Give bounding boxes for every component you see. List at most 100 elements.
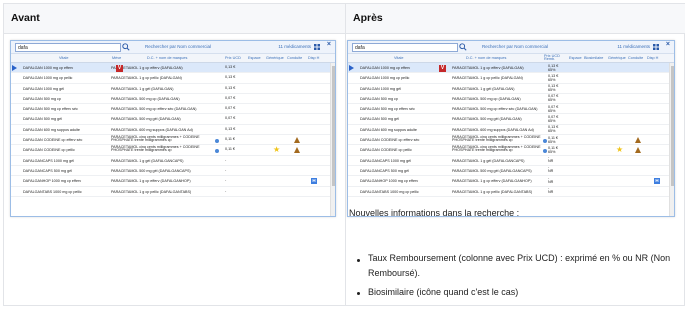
col-espace[interactable]: Espace: [569, 56, 582, 60]
drug-dci: PARACETAMOL 1 g gél (DAFALGAN): [452, 86, 515, 91]
warning-icon: [635, 137, 641, 144]
reimbursement-rate: 65%: [548, 88, 556, 93]
drug-dci: PARACETAMOL 500 mg cp efferv séc (DAFALG…: [111, 107, 197, 112]
table-row[interactable]: DAFALGAN 500 mg gél PARACETAMOL 500 mg gé…: [11, 114, 335, 125]
reimbursement-rate: 65%: [548, 77, 556, 82]
drug-name: DAFALGAN 500 mg gél: [23, 117, 62, 122]
table-row[interactable]: DAFALGANCAPS 1000 mg gél PARACETAMOL 1 g …: [11, 156, 335, 166]
table-row[interactable]: DAFALGAN 500 mg cp efferv séc PARACETAMOL…: [348, 104, 674, 115]
info-icon[interactable]: [215, 149, 219, 154]
drug-name: DAFALGAN 1000 mg gél: [23, 86, 64, 91]
search-icon[interactable]: [459, 43, 467, 51]
table-row[interactable]: DAFALGAN 1000 mg cp pellic PARACETAMOL 1 …: [11, 73, 335, 84]
reimbursement-rate: 65%: [548, 118, 556, 123]
note-bullet-2: Biosimilaire (icône quand c'est le cas): [368, 287, 519, 297]
col-biosimilaire[interactable]: Biosimilaire: [584, 56, 603, 60]
table-row[interactable]: DAFALGANTABS 1000 mg cp pellic PARACETAMO…: [348, 186, 674, 197]
table-row[interactable]: DAFALGAN 1000 mg cp pellic PARACETAMOL 1 …: [348, 73, 674, 84]
col-prix[interactable]: Prix UCD: [225, 56, 241, 60]
column-headers: Vitale D.C. + nom de marques Prix UCD Re…: [348, 54, 674, 63]
table-row[interactable]: DAFALGAN CODEINE cp pellic PARACETAMOL ci…: [11, 144, 335, 156]
table-row[interactable]: DAFALGAN CODEINE cp efferv séc PARACETAMO…: [348, 135, 674, 146]
col-dci[interactable]: D.C. + nom de marques: [466, 56, 506, 60]
table-row[interactable]: DAFALGAN CODEINE cp pellic PARACETAMOL ci…: [348, 145, 674, 156]
drug-name: DAFALGAN 1000 mg cp pellic: [360, 76, 410, 81]
table-row[interactable]: DAFALGAN 600 mg suppos adulte PARACETAMOL…: [11, 125, 335, 136]
search-commercial-link[interactable]: Rechercher par Nom commercial: [482, 44, 548, 49]
close-icon[interactable]: ×: [666, 41, 670, 48]
scrollbar[interactable]: [669, 63, 674, 216]
drug-name: DAFALGAN 600 mg suppos adulte: [23, 127, 80, 132]
drug-name: DAFALGAN CODEINE cp efferv séc: [360, 138, 420, 143]
table-row[interactable]: DAFALGAN 500 mg gél PARACETAMOL 500 mg gé…: [348, 114, 674, 125]
table-row[interactable]: DAFALGAN 1000 mg gél PARACETAMOL 1 g gél …: [11, 84, 335, 94]
reimbursement-rate: 65%: [548, 129, 556, 134]
col-generique[interactable]: Générique: [266, 56, 284, 60]
drug-dci: PARACETAMOL 1 g gél (DAFALGAN): [111, 86, 174, 91]
table-row[interactable]: DAFALGANHOP 1000 mg cp efferv PARACETAMOL…: [11, 176, 335, 187]
table-row[interactable]: DAFALGAN 600 mg suppos adulte PARACETAMOL…: [348, 125, 674, 136]
col-espace[interactable]: Espace: [248, 56, 261, 60]
col-disp[interactable]: Disp H: [647, 56, 658, 60]
drug-price: 0,07 €: [225, 106, 236, 111]
drug-price: 0,11 €: [225, 147, 235, 152]
drug-name: DAFALGAN 500 mg cp efferv séc: [23, 107, 78, 112]
drug-price: 0,07 €: [225, 95, 236, 100]
col-vitale[interactable]: Vitale: [394, 56, 403, 60]
col-vitale[interactable]: Vitale: [59, 56, 68, 60]
col-generique[interactable]: Générique: [608, 56, 626, 60]
scrollbar[interactable]: [330, 63, 335, 216]
col-dci[interactable]: D.C. + nom de marques: [147, 56, 187, 60]
warning-icon: [294, 137, 300, 144]
header-avant: Avant: [4, 4, 345, 34]
header-apres: Après: [346, 4, 685, 34]
scrollbar-thumb[interactable]: [671, 66, 674, 186]
drug-name: DAFALGAN CODEINE cp efferv séc: [23, 138, 83, 143]
col-maxe[interactable]: Mève: [112, 56, 121, 60]
drug-name: DAFALGANHOP 1000 mg cp efferv: [23, 179, 82, 184]
drug-dci: PARACETAMOL 500 mg gél (DAFALGAN): [111, 117, 181, 122]
info-icon[interactable]: [215, 139, 219, 144]
reimbursement-rate: 65%: [548, 98, 556, 103]
scrollbar-thumb[interactable]: [332, 66, 335, 186]
search-commercial-link[interactable]: Rechercher par Nom commercial: [145, 44, 211, 49]
drug-dci: PARACETAMOL 1 g cp efferv (DAFALGAN): [452, 66, 524, 70]
drug-dci: PARACETAMOL 1 g gél (DAFALGANCAPS): [111, 158, 184, 163]
column-divider: [345, 4, 346, 305]
drug-name: DAFALGANCAPS 1000 mg gél: [23, 158, 75, 163]
star-icon: ★: [616, 145, 624, 155]
col-prix-remb[interactable]: Prix UCD Remb.: [544, 54, 562, 62]
drug-price: 0,13 €: [225, 126, 236, 131]
table-row[interactable]: DAFALGAN 1000 mg gél PARACETAMOL 1 g gél …: [348, 84, 674, 94]
table-row[interactable]: DAFALGANCAPS 500 mg gél PARACETAMOL 500 m…: [11, 166, 335, 177]
grid-view-icon[interactable]: [314, 44, 320, 50]
drug-dci: PARACETAMOL 500 mg gél (DAFALGANCAPS): [452, 168, 532, 173]
grid-view-icon[interactable]: [653, 44, 659, 50]
table-row[interactable]: DAFALGANCAPS 500 mg gél PARACETAMOL 500 m…: [348, 166, 674, 177]
table-row[interactable]: DAFALGAN 1000 mg cp efferv PARACETAMOL 1 …: [11, 63, 335, 74]
col-disp[interactable]: Disp H: [308, 56, 319, 60]
drug-dci: PARACETAMOL 1 g cp pellic (DAFALGAN): [452, 76, 523, 81]
table-row[interactable]: DAFALGAN CODEINE cp efferv séc PARACETAMO…: [11, 135, 335, 146]
search-input[interactable]: dafa: [15, 43, 121, 52]
search-bar: dafa Rechercher par Nom commercial 11 mé…: [348, 41, 674, 54]
search-icon[interactable]: [122, 43, 130, 51]
col-conduite[interactable]: Conduite: [628, 56, 643, 60]
table-row[interactable]: DAFALGAN 1000 mg cp efferv PARACETAMOL 1 …: [348, 63, 674, 74]
hospital-badge-icon: H: [311, 178, 317, 185]
drug-price: -: [225, 188, 227, 193]
col-conduite[interactable]: Conduite: [287, 56, 302, 60]
table-row[interactable]: DAFALGANCAPS 1000 mg gél PARACETAMOL 1 g …: [348, 155, 674, 166]
table-row[interactable]: DAFALGANHOP 1000 mg cp efferv PARACETAMOL…: [348, 176, 674, 187]
drug-dci: PARACETAMOL cinq cents milligrammes + CO…: [111, 144, 200, 153]
table-row[interactable]: DAFALGANTABS 1000 mg cp pellic PARACETAMO…: [11, 187, 335, 197]
drug-name: DAFALGAN 600 mg suppos adulte: [360, 127, 417, 132]
table-row[interactable]: DAFALGAN 500 mg cp PARACETAMOL 500 mg cp …: [348, 94, 674, 105]
reimbursement-rate: NR: [548, 159, 554, 164]
search-window-avant: dafa Rechercher par Nom commercial 11 mé…: [10, 40, 336, 217]
close-icon[interactable]: ×: [327, 41, 331, 48]
drug-price: -: [225, 178, 227, 183]
table-row[interactable]: DAFALGAN 500 mg cp efferv séc PARACETAMOL…: [11, 104, 335, 115]
search-input[interactable]: dafa: [352, 43, 458, 52]
table-row[interactable]: DAFALGAN 500 mg cp PARACETAMOL 500 mg cp …: [11, 94, 335, 105]
